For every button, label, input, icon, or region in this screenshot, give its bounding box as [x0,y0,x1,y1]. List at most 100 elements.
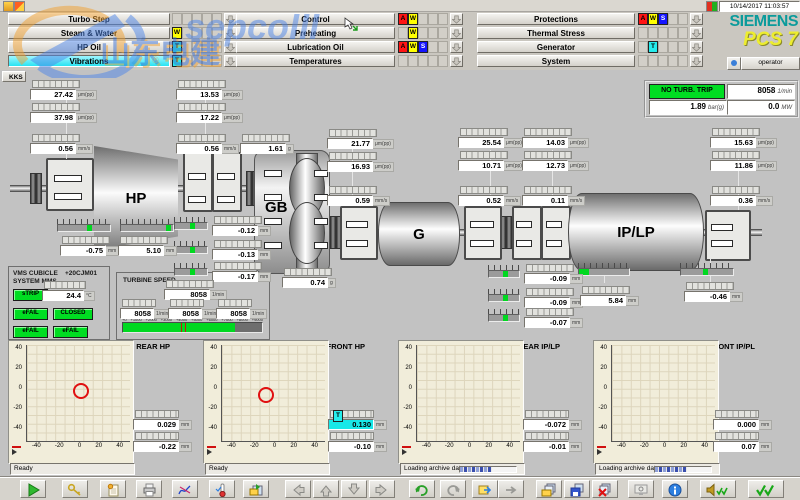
vibration-readout-hp-front[interactable]: 37.98μm(pp) [30,103,98,123]
acceleration-readout-gb2[interactable]: 0.74g [282,268,350,288]
chevron-down-icon[interactable] [450,27,463,39]
import-archive-icon[interactable] [243,480,269,498]
position-readout-lp[interactable]: -0.46mm [684,282,752,302]
position-readout-gb[interactable]: -0.17mm [212,262,280,282]
plot-value-readout-highlighted[interactable]: T0.130mm [328,410,396,430]
generator[interactable]: G [378,202,460,266]
chevron-down-icon[interactable] [450,41,463,53]
menu-button-system[interactable]: System [477,55,635,67]
efail-lamp[interactable]: eFAIL [53,326,88,338]
acknowledge-all-icon[interactable] [748,480,784,498]
vibration-readout-gen-rear[interactable]: 25.54μm(pp) [458,128,526,148]
position-readout-hp[interactable]: 5.10mm [118,236,186,256]
vibration-readout-gb-out[interactable]: 21.77μm(pp) [327,129,395,149]
speed-readout-main[interactable]: 80581/min [164,280,232,300]
vibration-readout-lp-rear[interactable]: 11.86μm(pp) [710,151,778,171]
chevron-down-icon[interactable] [690,41,703,53]
plot-value-readout[interactable]: -0.22mm [133,432,201,452]
menu-button-lubrication-oil[interactable]: Lubrication Oil [236,41,395,53]
save-pictures-icon[interactable] [564,480,590,498]
menu-button-vibrations[interactable]: Vibrations [8,55,170,67]
velocity-readout-gen-rear[interactable]: 0.52mm/s [458,186,526,206]
closed-lamp[interactable]: CLOSED [53,308,93,320]
delete-pictures-icon[interactable] [592,480,618,498]
menu-button-preheating[interactable]: Preheating [236,27,395,39]
menu-button-generator[interactable]: Generator [477,41,635,53]
alarm-icon[interactable] [14,1,25,12]
velocity-readout-gb-out[interactable]: 0.59mm/s [327,186,395,206]
menu-button-temperatures[interactable]: Temperatures [236,55,395,67]
menu-button-control[interactable]: Control [236,13,395,25]
position-readout-gen[interactable]: -0.07mm [524,308,592,328]
pressure-readout[interactable]: 1.89bar(g) [649,100,727,115]
hp-turbine[interactable]: HP [94,146,178,250]
vibration-readout-hp-front[interactable]: 27.42μm(pp) [30,80,98,100]
speed-readout[interactable]: 80581/min [727,84,795,99]
expansion-readout-lp[interactable]: 5.84mm [580,286,648,306]
plot-value-readout[interactable]: -0.10mm [328,432,396,452]
info-icon[interactable] [662,480,688,498]
chevron-down-icon[interactable] [450,55,463,67]
tolerance-badge: T [172,41,182,53]
nav-down-icon[interactable] [341,480,367,498]
chevron-down-icon[interactable] [690,55,703,67]
velocity-readout-hp-rear[interactable]: 0.56mm/s [176,134,244,154]
vibration-readout-lp-rear[interactable]: 15.63μm(pp) [710,128,778,148]
plot-value-readout[interactable]: 0.07mm [713,432,781,452]
new-document-icon[interactable] [100,480,126,498]
nav-left-icon[interactable] [285,480,311,498]
menu-button-steam-water[interactable]: Steam & Water [8,27,170,39]
position-readout-gb[interactable]: -0.12mm [212,216,280,236]
undo-icon[interactable] [409,480,435,498]
vibration-readout-gen-rear[interactable]: 10.71μm(pp) [458,151,526,171]
plot-value-readout[interactable]: 0.000mm [713,410,781,430]
efail-lamp[interactable]: eFAIL [13,326,48,338]
vibration-readout-gb-out[interactable]: 16.93μm(pp) [327,152,395,172]
position-readout-gen[interactable]: -0.09mm [524,264,592,284]
acceleration-readout-gb[interactable]: 1.61g [240,134,308,154]
menu-button-turbo-step[interactable]: Turbo Step [8,13,170,25]
project-icon[interactable] [3,1,14,12]
user-icon[interactable] [727,57,741,70]
start-icon[interactable] [20,480,46,498]
velocity-readout-lp-rear[interactable]: 0.36mm/s [710,186,778,206]
thermometer-icon[interactable] [209,480,235,498]
plot-value-readout[interactable]: -0.072mm [523,410,591,430]
position-readout-gb[interactable]: -0.13mm [212,240,280,260]
speed-readout-3[interactable]: 80581/min [216,299,284,319]
picture-forward-icon[interactable] [472,480,498,498]
alarm-badge [668,41,678,53]
print-icon[interactable] [136,480,162,498]
picture-back-icon[interactable] [498,480,524,498]
plot-value-readout[interactable]: 0.029mm [133,410,201,430]
horn-acknowledge-icon[interactable] [700,480,736,498]
efail-lamp[interactable]: eFAIL [13,308,48,320]
monitor-preview-icon[interactable] [628,480,654,498]
vibration-readout-hp-rear[interactable]: 13.53μm(pp) [176,80,244,100]
key-icon[interactable] [62,480,88,498]
menu-button-hp-oil[interactable]: HP Oil [8,41,170,53]
vibration-readout-lp-front[interactable]: 12.73μm(pp) [522,151,590,171]
temperature-readout-vms[interactable]: 24.4°C [42,281,110,301]
vibration-readout-hp-rear[interactable]: 17.22μm(pp) [176,103,244,123]
nav-up-icon[interactable] [313,480,339,498]
operator-button[interactable]: operator [741,57,800,70]
velocity-readout-hp-front[interactable]: 0.56mm/s [30,134,98,154]
chevron-down-icon[interactable] [690,27,703,39]
alarm-badge [212,13,222,25]
kks-button[interactable]: KKS [2,71,26,82]
chevron-down-icon[interactable] [450,13,463,25]
menu-button-thermal-stress[interactable]: Thermal Stress [477,27,635,39]
nav-right-icon[interactable] [369,480,395,498]
vibration-readout-lp-front[interactable]: 14.03μm(pp) [522,128,590,148]
redo-icon[interactable] [440,480,466,498]
chevron-down-icon[interactable] [690,13,703,25]
trip-status-lamp[interactable]: NO TURB. TRIP [649,84,725,99]
menu-button-protections[interactable]: Protections [477,13,635,25]
open-pictures-icon[interactable] [536,480,562,498]
alarm-badge [418,27,428,39]
plot-value-readout[interactable]: -0.01mm [523,432,591,452]
velocity-readout-lp-front[interactable]: 0.11mm/s [522,186,590,206]
trend-curves-icon[interactable] [172,480,198,498]
power-readout[interactable]: 0.0MW [727,100,795,115]
